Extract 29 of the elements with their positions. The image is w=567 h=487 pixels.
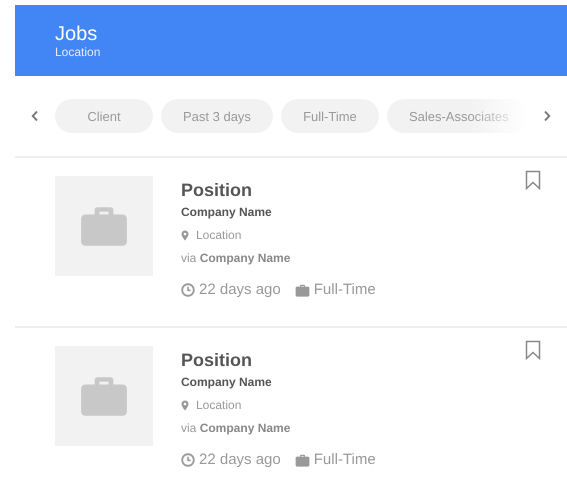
job-title[interactable]: Position — [181, 349, 376, 371]
bookmark-button[interactable] — [525, 340, 541, 360]
bookmark-icon — [525, 170, 541, 190]
filter-chip[interactable]: Full-Time — [280, 99, 379, 133]
chevron-left-icon — [31, 110, 39, 122]
company-name: Company Name — [181, 375, 273, 389]
job-location: Location — [196, 228, 242, 242]
job-source: via Company Name — [181, 251, 292, 265]
location-pin-icon — [181, 400, 189, 410]
job-source: via Company Name — [181, 421, 292, 435]
bookmark-button[interactable] — [525, 170, 541, 190]
header-subtitle: Location — [55, 44, 102, 58]
posted-time: 22 days ago — [199, 451, 281, 468]
clock-icon — [181, 282, 195, 296]
bookmark-icon — [525, 340, 541, 360]
filter-chip[interactable]: Client — [55, 99, 153, 133]
location-pin-icon — [181, 230, 189, 240]
filter-chip[interactable]: Past 3 days — [161, 99, 273, 133]
briefcase-icon — [294, 452, 310, 466]
header-title: Jobs — [55, 22, 98, 44]
chevron-right-icon — [543, 110, 551, 122]
job-location: Location — [196, 398, 242, 412]
job-type: Full-Time — [314, 451, 376, 468]
company-name: Company Name — [181, 205, 273, 219]
briefcase-icon — [294, 282, 310, 296]
job-title[interactable]: Position — [181, 179, 376, 201]
clock-icon — [181, 452, 195, 466]
posted-time: 22 days ago — [199, 281, 281, 298]
job-type: Full-Time — [314, 281, 376, 298]
